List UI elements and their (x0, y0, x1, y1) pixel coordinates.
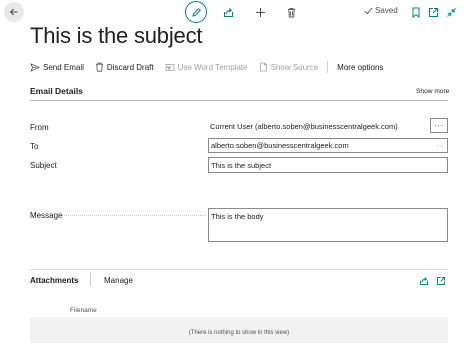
discard-draft-button[interactable]: Discard Draft (95, 62, 154, 72)
saved-status: Saved (364, 6, 398, 15)
lookup-dots: ··· (434, 121, 444, 130)
page-title: This is the subject (30, 23, 203, 48)
subject-input[interactable]: This is the subject (208, 157, 448, 173)
action-separator (327, 61, 329, 73)
message-textarea[interactable]: This is the body (208, 208, 448, 242)
word-template-icon (165, 63, 175, 71)
section-title: Email Details (30, 86, 83, 96)
open-in-new-window-icon (437, 277, 445, 285)
use-word-template-button[interactable]: Use Word Template (165, 63, 248, 72)
back-button[interactable] (4, 2, 24, 22)
to-dots[interactable]: ··· (437, 141, 445, 150)
more-options-label: More options (337, 62, 384, 72)
show-source-label: Show Source (270, 62, 319, 72)
empty-state-text: (There is nothing to show in this view) (188, 330, 290, 336)
bookmark-icon (412, 7, 420, 18)
saved-text: Saved (375, 6, 398, 15)
column-filename[interactable]: Filename (70, 307, 97, 314)
show-source-button[interactable]: Show Source (259, 62, 319, 72)
arrow-left-icon (9, 8, 18, 16)
edit-button[interactable] (185, 1, 207, 23)
new-button[interactable] (253, 5, 267, 19)
attachments-expand-button[interactable] (434, 274, 448, 288)
message-leader-dots (62, 215, 205, 216)
share-button[interactable] (221, 5, 235, 19)
more-options-button[interactable]: More options (337, 63, 383, 72)
checkmark-icon (364, 7, 373, 14)
open-new-window-button[interactable] (426, 5, 440, 19)
delete-button[interactable] (284, 5, 298, 19)
use-word-template-label: Use Word Template (177, 62, 248, 72)
trash-icon (95, 62, 103, 72)
action-bar: Send Email Discard Draft Use Word Templa… (30, 61, 383, 73)
trash-icon (287, 7, 295, 17)
send-icon (30, 62, 40, 72)
from-field: Current User (alberto.soben@businesscent… (210, 121, 398, 131)
from-label: From (30, 123, 49, 132)
share-icon (223, 7, 233, 17)
open-in-new-window-icon (428, 7, 438, 17)
from-lookup-button[interactable]: ··· (430, 118, 448, 133)
to-value: alberto.soben@businesscentralgeek.com (211, 141, 349, 150)
email-details-header[interactable]: Email Details (30, 86, 448, 96)
share-icon (420, 277, 428, 285)
bookmark-button[interactable] (409, 5, 423, 19)
plus-icon (255, 7, 265, 17)
to-label: To (30, 142, 39, 151)
section-divider (30, 100, 448, 101)
message-label: Message (30, 211, 63, 220)
send-email-button[interactable]: Send Email (30, 63, 84, 72)
attachments-separator (90, 272, 91, 286)
manage-button[interactable]: Manage (104, 276, 133, 285)
attachments-divider (30, 269, 448, 270)
discard-draft-label: Discard Draft (106, 62, 154, 72)
collapse-icon (446, 7, 456, 17)
show-more-link[interactable]: Show more (416, 88, 449, 95)
attachments-title: Attachments (30, 276, 79, 285)
send-email-label: Send Email (43, 62, 84, 72)
subject-value: This is the subject (211, 160, 272, 170)
to-input[interactable]: alberto.soben@businesscentralgeek.com ··… (208, 138, 448, 153)
attachments-share-button[interactable] (417, 274, 431, 288)
document-source-icon (259, 62, 267, 72)
pencil-icon (191, 7, 201, 17)
subject-label: Subject (30, 161, 57, 170)
collapse-button[interactable] (444, 5, 458, 19)
message-value: This is the body (211, 212, 264, 221)
